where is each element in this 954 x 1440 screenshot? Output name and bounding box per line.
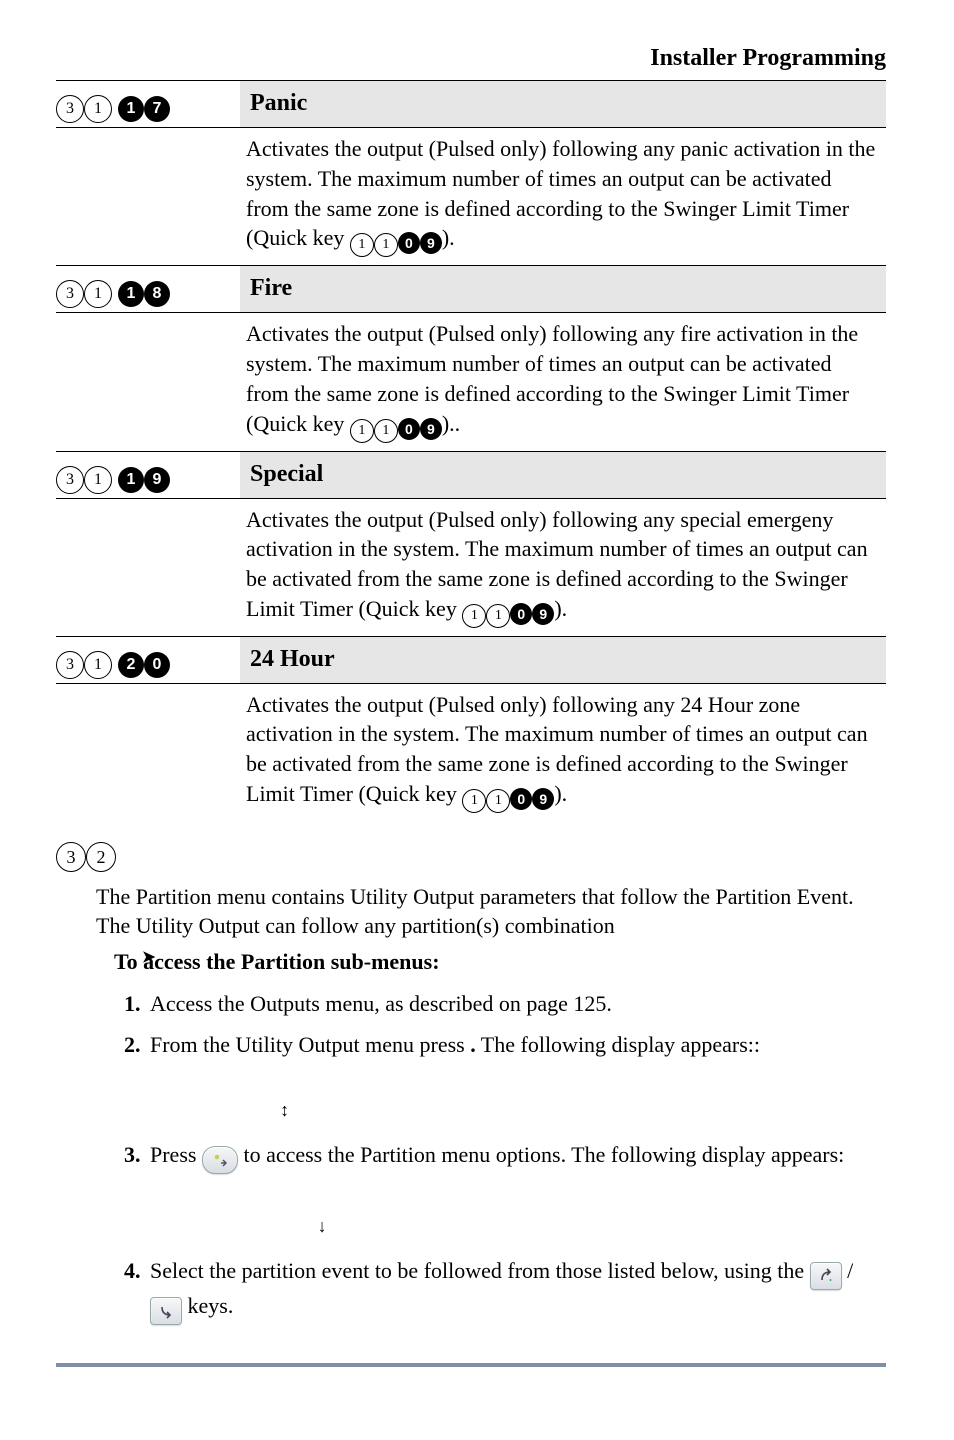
entry-body: Activates the output (Pulsed only) follo…: [56, 312, 886, 450]
up-key-icon: [810, 1262, 842, 1292]
digit-thin-icon: 1: [486, 789, 510, 813]
digit-solid-icon: 1: [118, 281, 144, 307]
digit-solid-icon: 0: [398, 232, 420, 254]
down-arrow-icon: ↓: [318, 1216, 328, 1236]
digit-thin-icon: 1: [374, 233, 398, 257]
digit-solid-icon: 9: [420, 232, 442, 254]
digit-thin-icon: 3: [56, 466, 84, 494]
digit-solid-icon: 0: [510, 603, 532, 625]
step-1-text: Access the Outputs menu, as described on…: [150, 991, 612, 1016]
step-3-pre: Press: [150, 1142, 202, 1167]
entry-code: 31 20: [56, 637, 240, 683]
entry-code: 31 18: [56, 266, 240, 312]
digit-thin-icon: 1: [374, 419, 398, 443]
partition-access-heading-text: To access the Partition sub-menus:: [114, 949, 440, 974]
updown-arrow-icon: ↕: [280, 1100, 290, 1120]
lcd-display: P=1 EVENT:01 READY FOLLOW ↓: [150, 1186, 886, 1240]
entry-body-post: ).: [554, 596, 567, 621]
down-key-icon: [150, 1297, 182, 1327]
lcd-display: UO=01 FOLLOW: 2)PARTITION ↕: [150, 1070, 886, 1124]
entry-code: 31 17: [56, 81, 240, 127]
entry-code: 31 19: [56, 452, 240, 498]
digit-solid-icon: 8: [144, 281, 170, 307]
digit-thin-icon: 3: [56, 280, 84, 308]
step-4-post: keys.: [188, 1293, 234, 1318]
digit-thin-icon: 1: [462, 604, 486, 628]
digit-thin-icon: 1: [84, 651, 112, 679]
entry-title: Special: [240, 452, 886, 498]
digit-solid-icon: 2: [118, 652, 144, 678]
digit-thin-icon: 1: [84, 280, 112, 308]
digit-thin-icon: 3: [56, 95, 84, 123]
entry-body-post: ).: [442, 225, 455, 250]
step-3-post: to access the Partition menu options. Th…: [243, 1142, 844, 1167]
step-2-pre: From the Utility Output menu press: [150, 1032, 470, 1057]
digit-solid-icon: 0: [398, 418, 420, 440]
digit-solid-icon: 0: [510, 788, 532, 810]
entry-row: 31 18 Fire: [56, 265, 886, 312]
partition-access-heading: To access the Partition sub-menus:: [96, 947, 886, 977]
entry-body-post: ).: [554, 781, 567, 806]
digit-solid-icon: 9: [144, 467, 170, 493]
running-head: Installer Programming: [56, 42, 886, 74]
step-2-post: The following display appears::: [476, 1032, 760, 1057]
entry-title: 24 Hour: [240, 637, 886, 683]
digit-solid-icon: 9: [532, 603, 554, 625]
digit-solid-icon: 9: [532, 788, 554, 810]
digit-thin-icon: 1: [350, 233, 374, 257]
entry-body: Activates the output (Pulsed only) follo…: [56, 127, 886, 265]
entry-body-text: Activates the output (Pulsed only) follo…: [246, 321, 858, 435]
digit-thin-icon: 3: [56, 842, 86, 872]
step-3: Press to access the Partition menu optio…: [146, 1134, 886, 1250]
section-code: 32 Partition: [56, 821, 886, 876]
entry-body: Activates the output (Pulsed only) follo…: [56, 683, 886, 821]
steps-list: Access the Outputs menu, as described on…: [116, 983, 886, 1333]
step-1: Access the Outputs menu, as described on…: [146, 983, 886, 1025]
entry-row: 31 19 Special: [56, 451, 886, 498]
digit-thin-icon: 1: [350, 419, 374, 443]
digit-thin-icon: 2: [86, 842, 116, 872]
digit-thin-icon: 1: [486, 604, 510, 628]
step-4-pre: Select the partition event to be followe…: [150, 1258, 810, 1283]
entry-body-text: Activates the output (Pulsed only) follo…: [246, 136, 875, 250]
entry-row: 31 20 24 Hour: [56, 636, 886, 683]
digit-thin-icon: 3: [56, 651, 84, 679]
entry-row: 31 17 Panic: [56, 81, 886, 127]
step-2: From the Utility Output menu press . The…: [146, 1024, 886, 1134]
digit-thin-icon: 1: [84, 95, 112, 123]
entry-body-post: )..: [442, 411, 460, 436]
digit-thin-icon: 1: [462, 789, 486, 813]
digit-solid-icon: 0: [144, 652, 170, 678]
digit-solid-icon: 1: [118, 96, 144, 122]
digit-thin-icon: 1: [84, 466, 112, 494]
digit-solid-icon: 7: [144, 96, 170, 122]
enter-key-icon: [202, 1146, 238, 1176]
partition-intro: The Partition menu contains Utility Outp…: [96, 882, 886, 941]
footer: LightSYS Installation Manual Page 129: [56, 1367, 886, 1400]
step-4-mid: /: [847, 1258, 853, 1283]
entry-title: Panic: [240, 81, 886, 127]
digit-solid-icon: 1: [118, 467, 144, 493]
digit-solid-icon: 9: [420, 418, 442, 440]
entry-title: Fire: [240, 266, 886, 312]
step-4: Select the partition event to be followe…: [146, 1250, 886, 1333]
entry-body: Activates the output (Pulsed only) follo…: [56, 498, 886, 636]
